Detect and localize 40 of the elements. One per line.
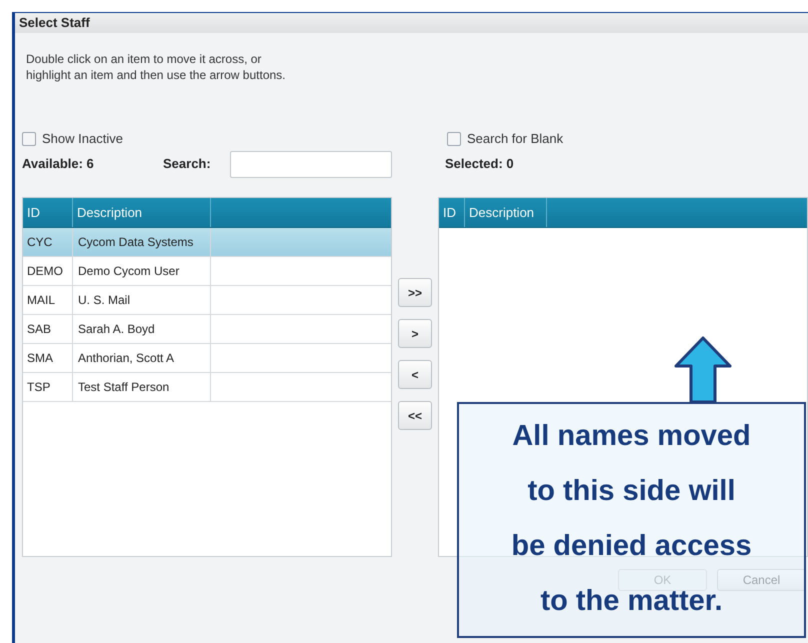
table-cell: SAB	[23, 315, 73, 343]
table-cell: TSP	[23, 373, 73, 401]
column-header[interactable]: Description	[73, 198, 211, 227]
available-count: Available: 6	[22, 155, 95, 174]
table-row[interactable]: CYC Cycom Data Systems	[23, 228, 391, 257]
table-cell: Cycom Data Systems	[73, 228, 211, 256]
instructions-text: Double click on an item to move it across, or highlight an item and then use the arrow buttons.	[25, 51, 286, 83]
arrow-button[interactable]: >	[398, 319, 432, 348]
callout-text: All names moved	[512, 421, 751, 452]
table-cell: DEMO	[23, 257, 73, 285]
table-row[interactable]: SAB Sarah A. Boyd	[23, 315, 391, 344]
table-cell: SMA	[23, 344, 73, 372]
selected-count: Selected: 0	[445, 155, 514, 174]
arrow-button[interactable]: <	[398, 360, 432, 389]
table-cell: Demo Cycom User	[73, 257, 211, 285]
search-field[interactable]	[230, 150, 392, 178]
table-row[interactable]: MAIL U. S. Mail	[23, 286, 391, 315]
table-cell: Sarah A. Boyd	[73, 315, 211, 343]
checkbox-label: Search for Blank	[467, 130, 564, 148]
column-header[interactable]: Description	[465, 198, 547, 227]
checkbox-label: Show Inactive	[42, 130, 123, 148]
column-header[interactable]: ID	[439, 198, 465, 227]
table-cell: MAIL	[23, 286, 73, 314]
table-cell: U. S. Mail	[73, 286, 211, 314]
arrow-button[interactable]: >>	[398, 278, 432, 307]
column-header[interactable]: ID	[23, 198, 73, 227]
table-row[interactable]: SMA Anthorian, Scott A	[23, 344, 391, 373]
arrow-button[interactable]: <<	[398, 401, 432, 430]
callout-text: to this side will	[528, 476, 736, 507]
table-cell: Test Staff Person	[73, 373, 211, 401]
table-cell: CYC	[23, 228, 73, 256]
window-title: Select Staff	[19, 14, 90, 32]
table-row[interactable]: TSP Test Staff Person	[23, 373, 391, 402]
search-label: Search:	[163, 155, 212, 174]
table-cell: Anthorian, Scott A	[73, 344, 211, 372]
callout-text: be denied access	[511, 531, 752, 562]
checkbox[interactable]	[447, 132, 461, 146]
table-row[interactable]: DEMO Demo Cycom User	[23, 257, 391, 286]
checkbox[interactable]	[22, 132, 36, 146]
up-arrow-icon	[674, 336, 732, 404]
